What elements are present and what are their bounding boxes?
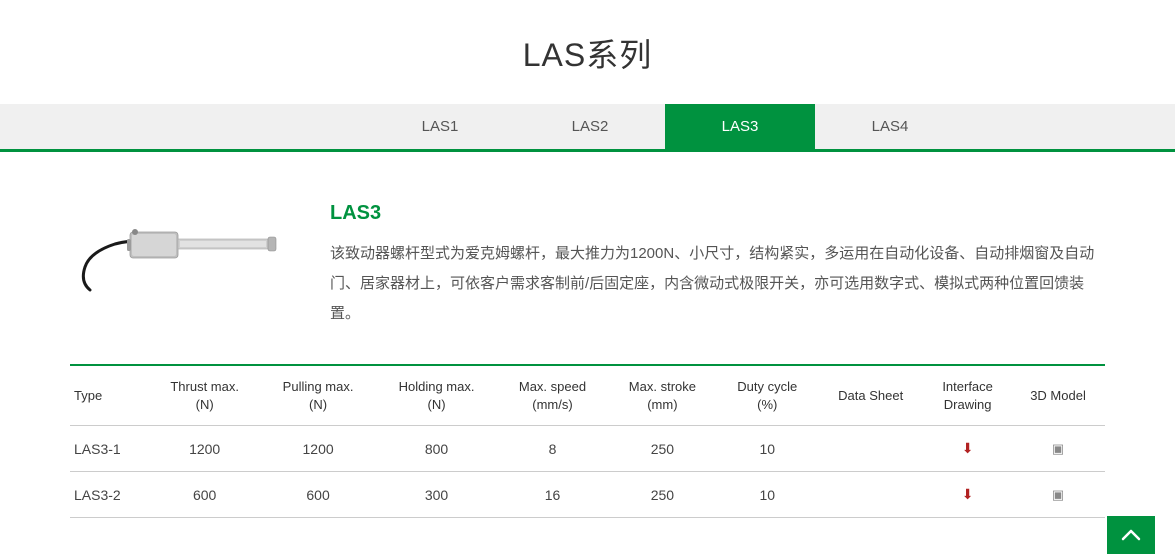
page-title: LAS系列 — [0, 0, 1175, 104]
col-type: Type — [70, 365, 149, 426]
cell-3dmodel[interactable]: ▣ — [1011, 426, 1105, 472]
table-row: LAS3-1 1200 1200 800 8 250 10 ⬇ ▣ — [70, 426, 1105, 472]
pdf-icon[interactable]: ⬇ — [962, 486, 974, 502]
cell-datasheet — [817, 426, 924, 472]
tab-las1[interactable]: LAS1 — [365, 104, 515, 149]
tab-las4[interactable]: LAS4 — [815, 104, 965, 149]
col-3dmodel: 3D Model — [1011, 365, 1105, 426]
pdf-icon[interactable]: ⬇ — [962, 440, 974, 456]
table-header-row: Type Thrust max.(N) Pulling max.(N) Hold… — [70, 365, 1105, 426]
cell-stroke: 250 — [607, 472, 717, 518]
product-text: LAS3 该致动器螺杆型式为爱克姆螺杆，最大推力为1200N、小尺寸，结构紧实，… — [330, 202, 1105, 329]
cell-interface[interactable]: ⬇ — [924, 472, 1011, 518]
col-datasheet: Data Sheet — [817, 365, 924, 426]
cell-speed: 8 — [498, 426, 608, 472]
3d-model-icon[interactable]: ▣ — [1052, 441, 1064, 456]
col-thrust: Thrust max.(N) — [149, 365, 261, 426]
cell-3dmodel[interactable]: ▣ — [1011, 472, 1105, 518]
cell-type: LAS3-1 — [70, 426, 149, 472]
cell-duty: 10 — [717, 472, 817, 518]
tabs-bar: LAS1 LAS2 LAS3 LAS4 — [0, 104, 1175, 152]
tab-las2[interactable]: LAS2 — [515, 104, 665, 149]
cell-thrust: 600 — [149, 472, 261, 518]
col-speed: Max. speed(mm/s) — [498, 365, 608, 426]
content-panel: LAS3 该致动器螺杆型式为爱克姆螺杆，最大推力为1200N、小尺寸，结构紧实，… — [0, 152, 1175, 538]
cell-type: LAS3-2 — [70, 472, 149, 518]
cell-holding: 300 — [376, 472, 498, 518]
spec-table: Type Thrust max.(N) Pulling max.(N) Hold… — [70, 364, 1105, 518]
cell-datasheet — [817, 472, 924, 518]
product-title: LAS3 — [330, 202, 1105, 225]
product-detail: LAS3 该致动器螺杆型式为爱克姆螺杆，最大推力为1200N、小尺寸，结构紧实，… — [70, 202, 1105, 329]
cell-stroke: 250 — [607, 426, 717, 472]
tab-las3[interactable]: LAS3 — [665, 104, 815, 149]
back-to-top-button[interactable] — [1107, 516, 1155, 554]
cell-interface[interactable]: ⬇ — [924, 426, 1011, 472]
cell-pulling: 1200 — [261, 426, 376, 472]
col-interface: InterfaceDrawing — [924, 365, 1011, 426]
product-description: 该致动器螺杆型式为爱克姆螺杆，最大推力为1200N、小尺寸，结构紧实，多运用在自… — [330, 239, 1105, 329]
actuator-illustration — [75, 212, 285, 302]
cell-holding: 800 — [376, 426, 498, 472]
cell-thrust: 1200 — [149, 426, 261, 472]
table-row: LAS3-2 600 600 300 16 250 10 ⬇ ▣ — [70, 472, 1105, 518]
cell-speed: 16 — [498, 472, 608, 518]
col-duty: Duty cycle(%) — [717, 365, 817, 426]
col-pulling: Pulling max.(N) — [261, 365, 376, 426]
chevron-up-icon — [1121, 529, 1141, 541]
col-holding: Holding max.(N) — [376, 365, 498, 426]
cell-pulling: 600 — [261, 472, 376, 518]
3d-model-icon[interactable]: ▣ — [1052, 487, 1064, 502]
cell-duty: 10 — [717, 426, 817, 472]
col-stroke: Max. stroke(mm) — [607, 365, 717, 426]
product-image — [70, 202, 290, 312]
